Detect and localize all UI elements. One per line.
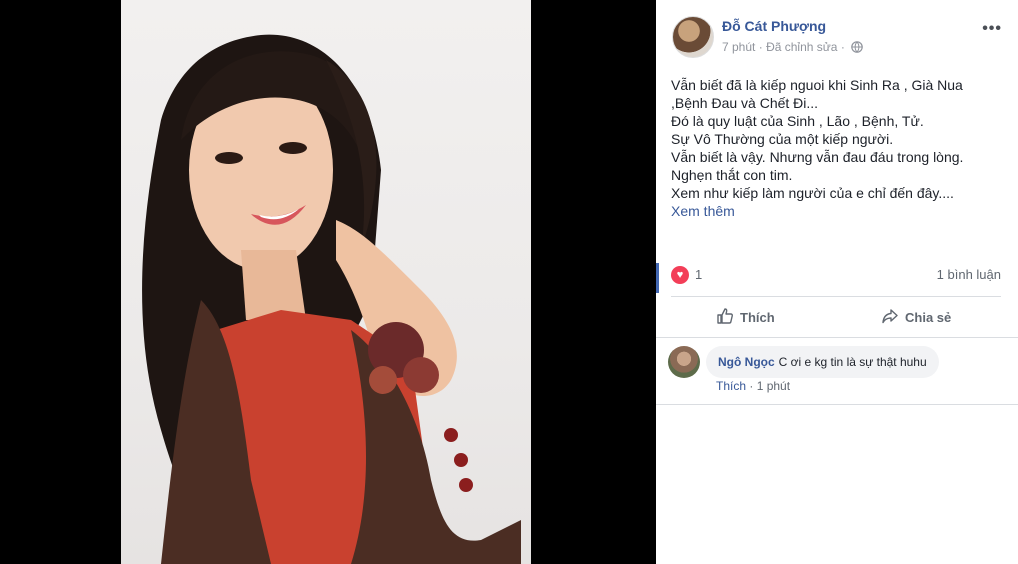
post-text-line: Nghẹn thắt con tim.: [671, 167, 793, 183]
post-text-line: Đó là quy luật của Sinh , Lão , Bệnh, Tử…: [671, 113, 924, 129]
comment-item: Ngô Ngọc C ơi e kg tin là sự thật huhu T…: [668, 346, 1008, 396]
divider: [656, 404, 1018, 405]
more-options-button[interactable]: •••: [982, 20, 1002, 38]
author-avatar[interactable]: [672, 16, 714, 58]
globe-icon[interactable]: [851, 41, 863, 56]
action-bar: Thích Chia sẻ: [671, 300, 1001, 334]
post-sidebar: Đỗ Cát Phượng 7 phút · Đã chỉnh sửa · ••…: [656, 0, 1018, 564]
post-text-line: ,Bệnh Đau và Chết Đi...: [671, 95, 819, 111]
woman-portrait-image: [142, 34, 521, 564]
thumbs-up-icon: [716, 307, 734, 328]
reaction-stats: ♥ 1 1 bình luận: [671, 266, 1001, 286]
comment-like-button[interactable]: Thích: [716, 379, 746, 393]
comment-count[interactable]: 1 bình luận: [937, 267, 1001, 282]
share-label: Chia sẻ: [905, 309, 952, 325]
post-text-line: Sự Vô Thường của một kiếp người.: [671, 131, 894, 147]
comment-meta: Thích · 1 phút: [716, 379, 790, 393]
edited-label[interactable]: Đã chỉnh sửa: [766, 40, 837, 54]
comment-text: C ơi e kg tin là sự thật huhu: [778, 355, 927, 369]
post-text: Vẫn biết đã là kiếp nguoi khi Sinh Ra , …: [671, 76, 1001, 220]
post-header: Đỗ Cát Phượng 7 phút · Đã chỉnh sửa · ••…: [672, 14, 1002, 58]
post-text-line: Xem như kiếp làm người của e chỉ đến đây…: [671, 185, 954, 201]
like-label: Thích: [740, 309, 775, 325]
photo-viewer: [0, 0, 656, 564]
post-time[interactable]: 7 phút: [722, 40, 755, 54]
comment-bubble: Ngô Ngọc C ơi e kg tin là sự thật huhu: [706, 346, 939, 378]
see-more-link[interactable]: Xem thêm: [671, 202, 1001, 220]
post-photo[interactable]: [121, 0, 531, 564]
comment-time[interactable]: 1 phút: [757, 379, 790, 393]
author-name[interactable]: Đỗ Cát Phượng: [722, 18, 826, 34]
share-arrow-icon: [881, 307, 899, 328]
focus-indicator: [656, 263, 659, 293]
commenter-avatar[interactable]: [668, 346, 700, 378]
post-text-line: Vẫn biết đã là kiếp nguoi khi Sinh Ra , …: [671, 77, 963, 93]
post-text-line: Vẫn biết là vậy. Nhưng vẫn đau đáu trong…: [671, 149, 964, 165]
comment-meta-separator: ·: [749, 379, 754, 393]
like-button[interactable]: Thích: [716, 304, 775, 330]
share-button[interactable]: Chia sẻ: [881, 304, 951, 330]
divider: [656, 337, 1018, 338]
post-meta: 7 phút · Đã chỉnh sửa ·: [722, 40, 863, 56]
divider: [671, 296, 1001, 297]
reaction-count[interactable]: 1: [695, 267, 702, 282]
commenter-name[interactable]: Ngô Ngọc: [718, 355, 775, 369]
heart-icon[interactable]: ♥: [671, 266, 689, 284]
